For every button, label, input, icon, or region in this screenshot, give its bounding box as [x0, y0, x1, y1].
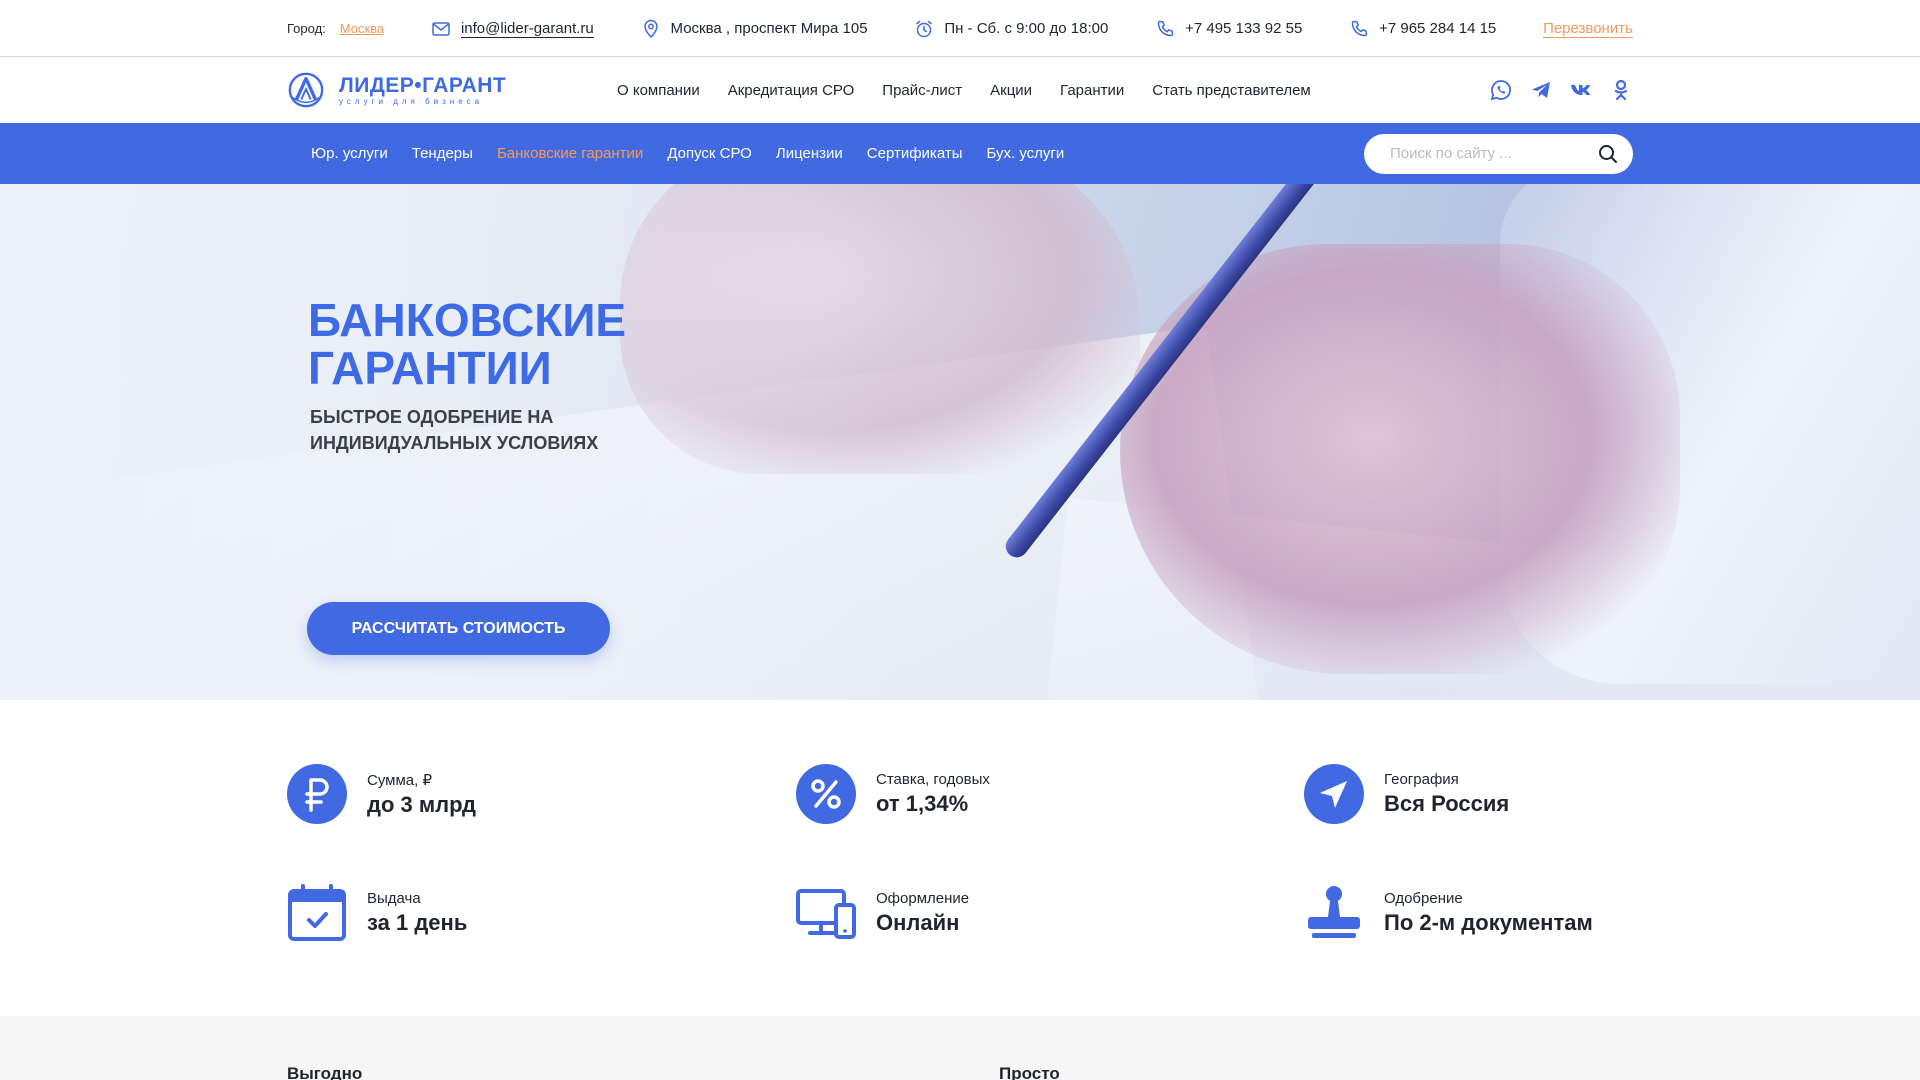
benefit-heading-simple: Просто — [999, 1064, 1060, 1080]
menu-item-become-partner[interactable]: Стать представителем — [1152, 82, 1310, 99]
logo-name: ЛИДЕР•ГАРАНТ — [339, 74, 507, 97]
logo-text: ЛИДЕР•ГАРАНТ услуги для бизнеса — [339, 74, 506, 106]
social-links — [1489, 78, 1633, 102]
phone-contact-2: +7 965 284 14 15 — [1349, 19, 1496, 39]
address-text: Москва , проспект Мира 105 — [670, 20, 868, 37]
menu-item-price-list[interactable]: Прайс-лист — [882, 82, 962, 99]
address-contact: Москва , проспект Мира 105 — [641, 19, 868, 39]
hero-title-line-2: ГАРАНТИИ — [308, 342, 552, 394]
city-link[interactable]: Москва — [340, 21, 384, 36]
percent-icon — [796, 764, 856, 824]
category-licenses[interactable]: Лицензии — [776, 145, 843, 162]
feature-value: Онлайн — [876, 910, 960, 935]
ruble-icon — [287, 764, 347, 824]
feature-value: Вся Россия — [1384, 791, 1510, 816]
hours-contact: Пн - Сб. с 9:00 до 18:00 — [914, 19, 1108, 39]
feature-processing: Оформление Онлайн — [796, 883, 969, 943]
feature-label: Одобрение — [1384, 890, 1463, 907]
search-icon[interactable] — [1597, 143, 1619, 165]
feature-value: за 1 день — [367, 910, 468, 935]
vk-icon[interactable] — [1569, 78, 1593, 102]
stamp-icon — [1308, 886, 1360, 938]
logo-emblem-icon — [288, 72, 324, 108]
site-logo[interactable]: ЛИДЕР•ГАРАНТ услуги для бизнеса — [287, 71, 617, 109]
feature-rate: Ставка, годовых от 1,34% — [796, 764, 990, 824]
search-input[interactable] — [1390, 145, 1597, 162]
top-info-bar: Город: Москва info@lider-garant.ru Москв… — [0, 0, 1920, 57]
site-search — [1364, 133, 1633, 174]
category-accounting[interactable]: Бух. услуги — [986, 145, 1064, 162]
city-selector: Город: Москва — [287, 21, 384, 36]
hero-banner: БАНКОВСКИЕ ГАРАНТИИ БЫСТРОЕ ОДОБРЕНИЕ НА… — [0, 184, 1920, 700]
hours-text: Пн - Сб. с 9:00 до 18:00 — [944, 20, 1109, 37]
alarm-clock-icon — [916, 20, 933, 37]
category-bar: Юр. услуги Тендеры Банковские гарантии Д… — [0, 123, 1920, 184]
city-label: Город: — [287, 21, 326, 36]
feature-approval: Одобрение По 2-м документам — [1304, 883, 1593, 943]
category-sro-admission[interactable]: Допуск СРО — [667, 145, 752, 162]
navigation-arrow-icon — [1304, 764, 1364, 824]
phone-icon — [1157, 20, 1174, 36]
hero-title-line-1: БАНКОВСКИЕ — [308, 294, 627, 346]
menu-item-promotions[interactable]: Акции — [990, 82, 1032, 99]
odnoklassniki-icon[interactable] — [1609, 78, 1633, 102]
category-legal-services[interactable]: Юр. услуги — [311, 145, 388, 162]
logo-tagline: услуги для бизнеса — [339, 97, 484, 106]
top-menu: О компании Акредитация СРО Прайс-лист Ак… — [617, 82, 1311, 99]
main-navigation: ЛИДЕР•ГАРАНТ услуги для бизнеса О компан… — [0, 57, 1920, 123]
hero-subtitle: БЫСТРОЕ ОДОБРЕНИЕ НА ИНДИВИДУАЛЬНЫХ УСЛО… — [310, 404, 598, 456]
category-bank-guarantees[interactable]: Банковские гарантии — [497, 145, 643, 162]
benefit-heading-profitable: Выгодно — [287, 1064, 363, 1080]
feature-label: Сумма, ₽ — [367, 771, 433, 789]
hero-subtitle-line-1: БЫСТРОЕ ОДОБРЕНИЕ НА — [310, 407, 554, 427]
calculate-cost-button[interactable]: РАССЧИТАТЬ СТОИМОСТЬ — [307, 602, 610, 655]
category-tenders[interactable]: Тендеры — [412, 145, 473, 162]
menu-item-about[interactable]: О компании — [617, 82, 700, 99]
feature-geography: География Вся Россия — [1304, 764, 1509, 824]
category-certificates[interactable]: Сертификаты — [867, 145, 963, 162]
hero-title: БАНКОВСКИЕ ГАРАНТИИ — [308, 296, 626, 392]
devices-icon — [796, 889, 856, 939]
envelope-icon — [432, 21, 450, 36]
feature-label: Ставка, годовых — [876, 771, 990, 788]
telegram-icon[interactable] — [1529, 78, 1553, 102]
callback-container: Перезвонить — [1543, 20, 1633, 38]
feature-value: до 3 млрд — [367, 791, 476, 817]
email-contact: info@lider-garant.ru — [431, 19, 594, 39]
phone-contact-1: +7 495 133 92 55 — [1155, 19, 1302, 39]
menu-item-guarantees[interactable]: Гарантии — [1060, 82, 1124, 99]
phone-link-2[interactable]: +7 965 284 14 15 — [1379, 20, 1496, 37]
feature-issuance: Выдача за 1 день — [287, 883, 467, 943]
hero-subtitle-line-2: ИНДИВИДУАЛЬНЫХ УСЛОВИЯХ — [310, 433, 599, 453]
email-link[interactable]: info@lider-garant.ru — [460, 20, 594, 38]
feature-value: По 2-м документам — [1384, 910, 1593, 935]
feature-label: Оформление — [876, 890, 970, 907]
menu-item-sro-accreditation[interactable]: Акредитация СРО — [728, 82, 855, 99]
feature-label: География — [1384, 771, 1459, 788]
feature-value: от 1,34% — [876, 791, 969, 816]
callback-link[interactable]: Перезвонить — [1543, 20, 1633, 38]
features-grid: Сумма, ₽ до 3 млрд Ставка, годовых от 1,34… — [287, 700, 1633, 1016]
category-menu: Юр. услуги Тендеры Банковские гарантии Д… — [311, 145, 1064, 162]
feature-amount: Сумма, ₽ до 3 млрд — [287, 764, 476, 824]
calendar-check-icon — [288, 884, 346, 941]
feature-label: Выдача — [367, 890, 421, 907]
phone-icon — [1351, 20, 1368, 36]
benefits-section: Выгодно Просто — [0, 1016, 1920, 1080]
phone-link-1[interactable]: +7 495 133 92 55 — [1185, 20, 1302, 37]
map-pin-icon — [643, 19, 658, 38]
whatsapp-icon[interactable] — [1489, 78, 1513, 102]
